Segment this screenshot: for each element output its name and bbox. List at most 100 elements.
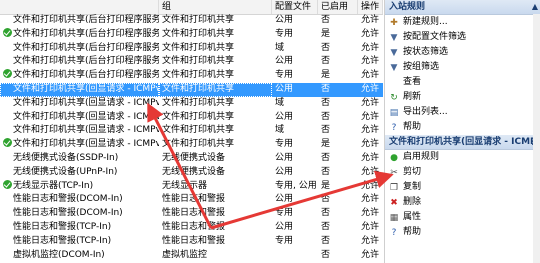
action-label: 刷新 xyxy=(403,92,422,102)
action-filter[interactable]: ▼ 按状态筛选 xyxy=(385,45,540,60)
cell-enabled: 否 xyxy=(318,42,358,56)
cell-profile: 专用 xyxy=(272,207,318,221)
cell-text: 允许 xyxy=(361,180,380,191)
action-export[interactable]: ▤ 导出列表... xyxy=(385,105,540,120)
action-view[interactable]: 查看 xyxy=(385,75,540,90)
cell-text: 无线便携式设备(UPnP-In) xyxy=(13,166,118,177)
cell-text: 专用 xyxy=(275,208,294,219)
disabled-icon xyxy=(3,124,12,133)
cell-text: 文件和打印机共享 xyxy=(162,28,235,39)
group-column-header[interactable]: 组 xyxy=(159,0,272,14)
cell-text: 否 xyxy=(321,208,331,219)
action-refresh[interactable]: ↻ 刷新 xyxy=(385,90,540,105)
cell-text: 无线便携式设备 xyxy=(162,152,226,163)
table-row[interactable]: 文件和打印机共享(回显请求 - ICMPv4-In)文件和打印机共享 公用 否 允许 xyxy=(0,82,383,97)
table-row[interactable]: 文件和打印机共享(后台打印程序服务 - R...文件和打印机共享 专用 是 允许 xyxy=(0,27,383,42)
action-help[interactable]: ? 帮助 xyxy=(385,225,540,240)
cell-text: 否 xyxy=(321,194,331,205)
table-row[interactable]: 文件和打印机共享(后台打印程序服务 - R...文件和打印机共享 域 否 允许 xyxy=(0,42,383,56)
table-row[interactable]: 文件和打印机共享(后台打印程序服务 - R...文件和打印机共享 公用 否 允许 xyxy=(0,14,383,28)
action-delete[interactable]: ✖ 删除 xyxy=(385,195,540,210)
table-row[interactable]: 文件和打印机共享(后台打印程序服务 - R...文件和打印机共享 公用 否 允许 xyxy=(0,55,383,69)
cell-text: 专用, 公用 xyxy=(275,180,317,191)
delete-icon: ✖ xyxy=(390,198,398,208)
cell-text: 文件和打印机共享 xyxy=(162,15,235,25)
action-copy[interactable]: ❐ 复制 xyxy=(385,180,540,195)
section-title: 文件和打印机共享(回显请求 - ICMP... xyxy=(389,137,540,147)
table-row[interactable]: 虚拟机监控(DCOM-In) 虚拟机监控 否 允许 xyxy=(0,249,383,263)
cell-text: 否 xyxy=(321,125,331,136)
cell-text: 性能日志和警报 xyxy=(162,208,226,219)
action-column-header[interactable]: 操作 xyxy=(358,0,383,14)
action-new-rule[interactable]: ✚ 新建规则... xyxy=(385,15,540,30)
action-filter[interactable]: ▼ 按组筛选 xyxy=(385,60,540,75)
table-row[interactable]: 文件和打印机共享(后台打印程序服务 - R...文件和打印机共享 专用 是 允许 xyxy=(0,69,383,83)
cell-text: 否 xyxy=(321,42,331,53)
cell-text: 允许 xyxy=(361,221,380,232)
help-icon: ? xyxy=(391,228,397,238)
table-row[interactable]: 无线便携式设备(UPnP-In) 无线便携式设备 公用 否 允许 xyxy=(0,166,383,180)
cell-profile: 公用 xyxy=(272,193,318,207)
cell-text: 虚拟机监控(DCOM-In) xyxy=(13,249,105,260)
table-row[interactable]: 文件和打印机共享(回显请求 - ICMPv6-In)文件和打印机共享 专用 是 允许 xyxy=(0,138,383,152)
cell-text: 文件和打印机共享(回显请求 - ICMPv4-In) xyxy=(13,97,159,108)
table-row[interactable]: 无线便携式设备(SSDP-In) 无线便携式设备 公用 否 允许 xyxy=(0,152,383,166)
cell-action: 允许 xyxy=(358,180,383,194)
enabled-column-header[interactable]: 已启用 xyxy=(318,0,358,14)
action-label: 启用规则 xyxy=(403,152,440,162)
table-row[interactable]: 性能日志和警报(TCP-In) 性能日志和警报 专用 否 允许 xyxy=(0,235,383,249)
table-row[interactable]: 文件和打印机共享(回显请求 - ICMPv6-In)文件和打印机共享 域 否 允许 xyxy=(0,124,383,138)
action-enable-rule[interactable]: ● 启用规则 xyxy=(385,150,540,165)
rule-section-header[interactable]: 文件和打印机共享(回显请求 - ICMP...▲ xyxy=(385,135,540,150)
disabled-icon xyxy=(3,207,12,216)
profile-column-header[interactable]: 配置文件 xyxy=(272,0,318,14)
table-row[interactable]: 性能日志和警报(TCP-In) 性能日志和警报 公用 否 允许 xyxy=(0,221,383,235)
cell-action: 允许 xyxy=(358,249,383,263)
disabled-icon xyxy=(3,83,12,92)
action-filter[interactable]: ▼ 按配置文件筛选 xyxy=(385,30,540,45)
cell-text: 否 xyxy=(321,15,331,25)
cell-enabled: 否 xyxy=(318,221,358,235)
cell-action: 允许 xyxy=(358,124,383,138)
cell-text: 是 xyxy=(321,180,331,191)
action-properties[interactable]: ▦ 属性 xyxy=(385,210,540,225)
cell-text: 公用 xyxy=(275,111,294,122)
new-rule-icon: ✚ xyxy=(390,18,398,28)
cell-name: 文件和打印机共享(回显请求 - ICMPv4-In) xyxy=(0,97,159,111)
cell-group: 文件和打印机共享 xyxy=(159,111,272,125)
actions-scrollbar[interactable] xyxy=(533,14,540,263)
cell-text: 文件和打印机共享 xyxy=(162,111,235,122)
cell-group: 文件和打印机共享 xyxy=(159,138,272,152)
cell-group: 文件和打印机共享 xyxy=(159,97,272,111)
action-label: 帮助 xyxy=(403,227,422,237)
column-header: 组 配置文件 已启用 操作 xyxy=(0,0,383,15)
cell-action: 允许 xyxy=(358,111,383,125)
cell-enabled: 否 xyxy=(318,193,358,207)
cell-group: 文件和打印机共享 xyxy=(159,28,272,42)
action-help[interactable]: ? 帮助 xyxy=(385,120,540,135)
cell-enabled: 否 xyxy=(318,152,358,166)
cell-enabled: 否 xyxy=(318,111,358,125)
enabled-check-icon xyxy=(3,69,12,79)
table-row[interactable]: 文件和打印机共享(回显请求 - ICMPv4-In)文件和打印机共享 域 否 允许 xyxy=(0,97,383,111)
action-cut[interactable]: ✂ 剪切 xyxy=(385,165,540,180)
rule-actions: ● 启用规则 ✂ 剪切 ❐ 复制 ✖ 删除 ▦ 属性? 帮助 xyxy=(385,150,540,240)
cell-text: 允许 xyxy=(361,97,380,108)
name-column-header[interactable] xyxy=(0,0,159,14)
properties-icon: ▦ xyxy=(389,213,399,223)
cell-text: 文件和打印机共享(后台打印程序服务 - R... xyxy=(13,42,159,53)
cell-text: 允许 xyxy=(361,56,380,67)
table-row[interactable]: 无线显示器(TCP-In) 无线显示器 专用, 公用是 允许 xyxy=(0,179,383,194)
cell-group: 性能日志和警报 xyxy=(159,207,272,221)
table-row[interactable]: 性能日志和警报(DCOM-In) 性能日志和警报 公用 否 允许 xyxy=(0,193,383,207)
cell-profile: 公用 xyxy=(272,221,318,235)
cell-name: 文件和打印机共享(后台打印程序服务 - R... xyxy=(0,55,159,69)
cell-profile: 公用 xyxy=(272,111,318,125)
table-row[interactable]: 性能日志和警报(DCOM-In) 性能日志和警报 专用 否 允许 xyxy=(0,207,383,221)
collapse-icon[interactable]: ▲ xyxy=(532,0,538,14)
action-label: 复制 xyxy=(403,182,422,192)
cell-text: 文件和打印机共享 xyxy=(162,70,235,81)
actions-section-header[interactable]: 入站规则 ▲ xyxy=(385,0,540,15)
table-row[interactable]: 文件和打印机共享(回显请求 - ICMPv6-In)文件和打印机共享 公用 否 允许 xyxy=(0,111,383,125)
action-label: 导出列表... xyxy=(403,107,448,117)
